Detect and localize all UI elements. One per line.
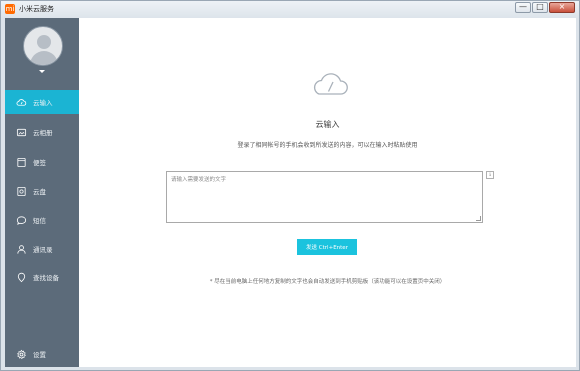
- resize-grip-icon[interactable]: [476, 216, 481, 221]
- note-icon: [16, 157, 27, 168]
- close-button[interactable]: ×: [549, 2, 575, 13]
- minimize-button[interactable]: —: [515, 2, 531, 13]
- avatar[interactable]: [23, 26, 63, 66]
- sidebar-item-contacts[interactable]: 通讯录: [5, 237, 79, 261]
- window-controls: — □ ×: [515, 2, 575, 13]
- cloud-input-icon: [16, 97, 27, 108]
- maximize-button[interactable]: □: [532, 2, 548, 13]
- sidebar-item-settings[interactable]: 设置: [5, 342, 79, 366]
- contacts-icon: [16, 244, 27, 255]
- hint-text: * 尽在当前电脑上任何地方复制的文字也会自动发送到手机剪贴板（该功能可以在设置页…: [209, 279, 446, 285]
- sidebar-item-label: 云输入: [33, 99, 53, 107]
- cloud-input-panel: 云输入 登录了相同帐号的手机会收到所发送的内容，可以在输入时粘贴使用 i 发送 …: [79, 18, 576, 367]
- page-title: 云输入: [315, 120, 340, 129]
- app-window: mi 小米云服务 — □ × 云输入 云相册 便签 云盘 短信 通讯录 查找设备…: [0, 0, 580, 371]
- cloud-pen-icon: [313, 73, 348, 95]
- avatar-head: [37, 35, 51, 49]
- title-bar[interactable]: mi 小米云服务 — □ ×: [1, 1, 579, 18]
- sidebar-item-notes[interactable]: 便签: [5, 150, 79, 174]
- settings-label: 设置: [33, 351, 46, 359]
- photo-icon: [16, 127, 27, 138]
- sidebar-item-cloud-input[interactable]: 云输入: [5, 90, 79, 114]
- disk-icon: [16, 186, 27, 197]
- sidebar: 云输入 云相册 便签 云盘 短信 通讯录 查找设备 设置: [5, 18, 79, 367]
- sidebar-item-label: 云相册: [33, 129, 53, 137]
- message-input-container: [166, 171, 483, 223]
- message-icon: [16, 215, 27, 226]
- sidebar-item-sms[interactable]: 短信: [5, 208, 79, 232]
- info-icon[interactable]: i: [486, 171, 494, 179]
- send-button[interactable]: 发送 Ctrl+Enter: [297, 239, 357, 255]
- account-dropdown-icon[interactable]: [39, 70, 45, 73]
- avatar-body: [30, 51, 58, 65]
- sidebar-item-label: 通讯录: [33, 246, 53, 254]
- sidebar-item-label: 便签: [33, 159, 46, 167]
- page-description: 登录了相同帐号的手机会收到所发送的内容，可以在输入时粘贴使用: [237, 142, 418, 149]
- sidebar-item-label: 短信: [33, 217, 46, 225]
- sidebar-item-photos[interactable]: 云相册: [5, 120, 79, 144]
- message-input[interactable]: [167, 172, 482, 222]
- sidebar-item-label: 查找设备: [33, 274, 59, 282]
- sidebar-item-find-device[interactable]: 查找设备: [5, 265, 79, 289]
- window-title: 小米云服务: [19, 5, 54, 13]
- app-logo: mi: [5, 4, 15, 14]
- gear-icon: [16, 349, 27, 360]
- sidebar-item-cloud-disk[interactable]: 云盘: [5, 179, 79, 203]
- sidebar-item-label: 云盘: [33, 188, 46, 196]
- find-device-icon: [16, 272, 27, 283]
